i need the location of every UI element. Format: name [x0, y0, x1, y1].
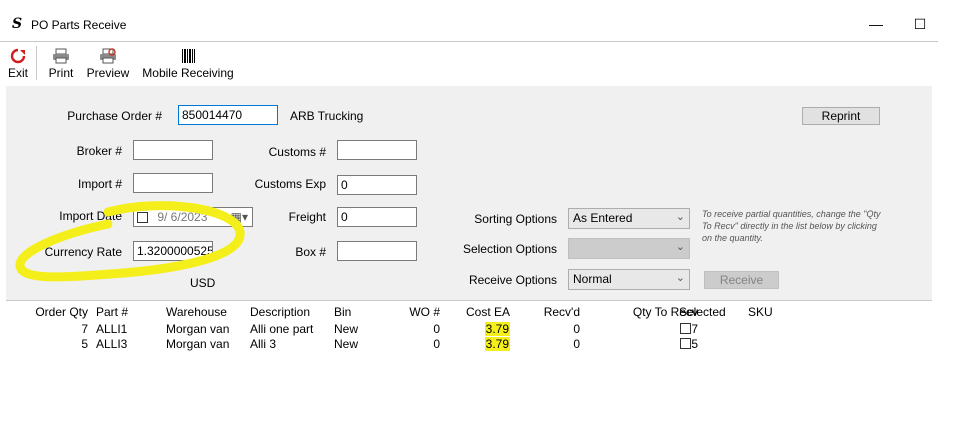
column-header-order-qty[interactable]: Order Qty	[35, 305, 88, 319]
cell-warehouse: Morgan van	[166, 322, 230, 336]
column-header-sku[interactable]: SKU	[748, 305, 788, 319]
cell-part: ALLI3	[96, 337, 128, 351]
cell-wo: 0	[433, 337, 440, 351]
cell-order-qty: 7	[81, 322, 88, 336]
column-header-warehouse[interactable]: Warehouse	[166, 305, 246, 319]
cell-cost-ea: 3.79	[450, 337, 510, 351]
column-header-cost-ea[interactable]: Cost EA	[450, 305, 510, 319]
cell-order-qty: 5	[81, 337, 88, 351]
cell-part: ALLI1	[96, 322, 128, 336]
cell-recvd: 0	[573, 322, 580, 336]
highlighted-cost: 3.79	[484, 337, 510, 351]
column-header-bin[interactable]: Bin	[334, 305, 384, 319]
row-selected-checkbox[interactable]	[680, 323, 691, 334]
cell-cost-ea: 3.79	[450, 322, 510, 336]
column-header-part[interactable]: Part #	[96, 305, 156, 319]
highlighted-cost: 3.79	[484, 322, 510, 336]
window-right-edge	[938, 42, 953, 420]
cell-recvd: 0	[573, 337, 580, 351]
cell-warehouse: Morgan van	[166, 337, 230, 351]
column-header-recvd[interactable]: Recv'd	[520, 305, 580, 319]
cell-bin: New	[334, 322, 359, 336]
cell-description: Alli one part	[250, 322, 314, 336]
row-selected-checkbox[interactable]	[680, 338, 691, 349]
column-header-selected[interactable]: Selected	[679, 305, 739, 319]
cell-wo: 0	[433, 322, 440, 336]
column-header-description[interactable]: Description	[250, 305, 330, 319]
cell-bin: New	[334, 337, 359, 351]
cell-description: Alli 3	[250, 337, 277, 351]
column-header-wo[interactable]: WO #	[390, 305, 440, 319]
parts-table-content: Order Qty Part # Warehouse Description Bin WO…	[0, 0, 953, 420]
